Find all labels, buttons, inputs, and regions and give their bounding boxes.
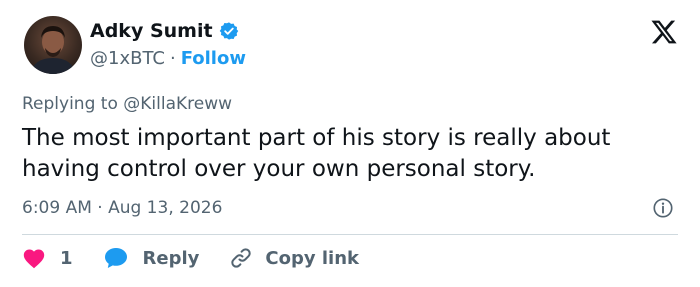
follow-button[interactable]: Follow xyxy=(181,48,246,69)
like-count: 1 xyxy=(60,247,73,269)
tweet-card: Adky Sumit @1xBTC · Follow Replying to @… xyxy=(0,0,700,287)
like-button[interactable]: 1 xyxy=(22,247,73,269)
copy-link-label: Copy link xyxy=(265,247,359,269)
reply-context: Replying to @KillaKreww xyxy=(22,94,232,114)
info-icon[interactable] xyxy=(652,197,674,219)
author-handle[interactable]: @1xBTC xyxy=(90,48,165,69)
tweet-timestamp[interactable]: 6:09 AM · Aug 13, 2026 xyxy=(22,198,222,218)
tweet-text: The most important part of his story is … xyxy=(22,125,611,182)
author-handle-row: @1xBTC · Follow xyxy=(90,48,246,69)
copy-link-button[interactable]: Copy link xyxy=(229,246,359,270)
separator-dot: · xyxy=(169,48,176,69)
verified-badge-icon xyxy=(219,22,238,40)
author-name[interactable]: Adky Sumit xyxy=(90,20,213,42)
x-logo-icon[interactable] xyxy=(650,18,678,46)
reply-mention-link[interactable]: @KillaKreww xyxy=(123,94,232,114)
reply-bubble-icon xyxy=(104,248,127,268)
action-bar: 1 Reply Copy link xyxy=(22,246,359,270)
reply-button[interactable]: Reply xyxy=(103,246,200,270)
avatar[interactable] xyxy=(24,16,82,74)
author-name-row: Adky Sumit xyxy=(90,20,239,42)
link-icon xyxy=(231,248,252,268)
reply-prefix: Replying to xyxy=(22,94,124,114)
divider xyxy=(22,234,678,235)
heart-icon xyxy=(23,249,45,269)
reply-label: Reply xyxy=(142,247,200,269)
